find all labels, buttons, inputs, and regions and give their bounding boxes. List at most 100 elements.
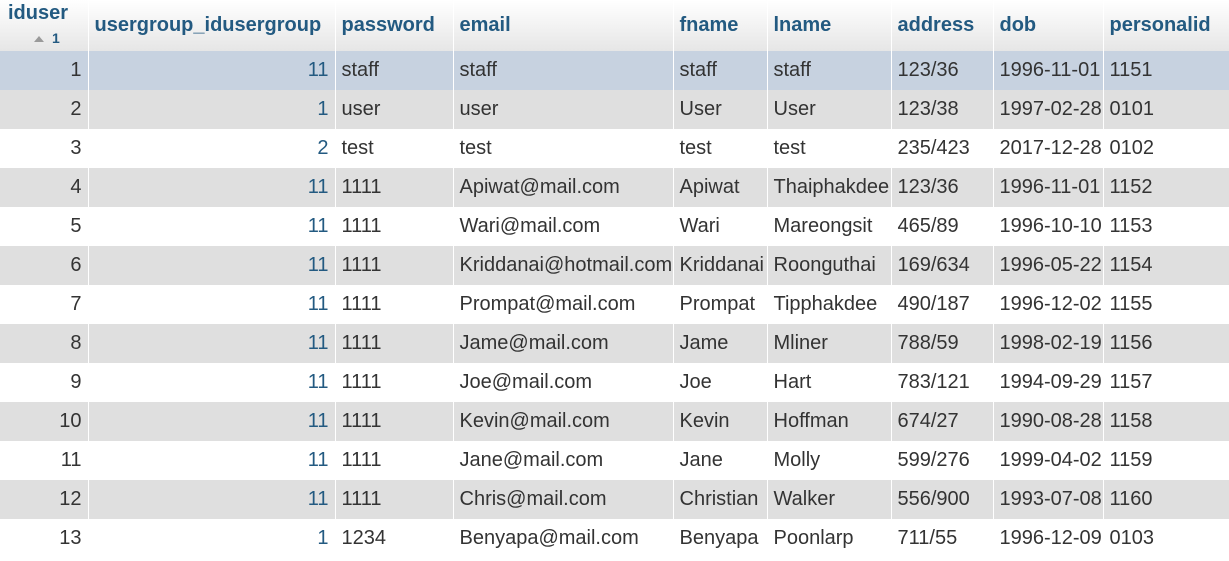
cell-address: 169/634 xyxy=(891,246,994,285)
cell-fname: test xyxy=(673,129,768,168)
cell-password: 1111 xyxy=(335,285,454,324)
cell-usergroup: 11 xyxy=(88,402,336,441)
cell-email: test xyxy=(453,129,674,168)
cell-dob: 1998-02-19 xyxy=(993,324,1104,363)
cell-email: Chris@mail.com xyxy=(453,480,674,519)
table-row[interactable]: 7 11 1111 Prompat@mail.com Prompat Tipph… xyxy=(0,285,1229,324)
cell-password: 1234 xyxy=(335,519,454,558)
cell-iduser: 3 xyxy=(0,129,89,168)
column-header-usergroup[interactable]: usergroup_idusergroup xyxy=(88,0,336,51)
cell-personalid: 1159 xyxy=(1103,441,1229,480)
cell-iduser: 9 xyxy=(0,363,89,402)
cell-lname: Poonlarp xyxy=(767,519,892,558)
cell-usergroup: 1 xyxy=(88,519,336,558)
cell-lname: Thaiphakdee xyxy=(767,168,892,207)
cell-iduser: 6 xyxy=(0,246,89,285)
cell-dob: 1994-09-29 xyxy=(993,363,1104,402)
cell-address: 788/59 xyxy=(891,324,994,363)
cell-fname: Apiwat xyxy=(673,168,768,207)
cell-usergroup: 11 xyxy=(88,285,336,324)
table-row[interactable]: 6 11 1111 Kriddanai@hotmail.com Kriddana… xyxy=(0,246,1229,285)
table-row[interactable]: 11 11 1111 Jane@mail.com Jane Molly 599/… xyxy=(0,441,1229,480)
cell-email: Prompat@mail.com xyxy=(453,285,674,324)
column-header-email[interactable]: email xyxy=(453,0,674,51)
cell-fname: Jame xyxy=(673,324,768,363)
table-row[interactable]: 2 1 user user User User 123/38 1997-02-2… xyxy=(0,90,1229,129)
column-header-personalid[interactable]: personalid xyxy=(1103,0,1229,51)
cell-personalid: 1151 xyxy=(1103,51,1229,90)
cell-fname: Jane xyxy=(673,441,768,480)
table-row[interactable]: 1 11 staff staff staff staff 123/36 1996… xyxy=(0,51,1229,90)
cell-email: Jane@mail.com xyxy=(453,441,674,480)
cell-iduser: 4 xyxy=(0,168,89,207)
cell-fname: Kevin xyxy=(673,402,768,441)
cell-personalid: 1153 xyxy=(1103,207,1229,246)
cell-lname: Hoffman xyxy=(767,402,892,441)
cell-email: Benyapa@mail.com xyxy=(453,519,674,558)
cell-personalid: 1154 xyxy=(1103,246,1229,285)
cell-password: test xyxy=(335,129,454,168)
cell-dob: 2017-12-28 xyxy=(993,129,1104,168)
table-row[interactable]: 4 11 1111 Apiwat@mail.com Apiwat Thaipha… xyxy=(0,168,1229,207)
cell-lname: Mliner xyxy=(767,324,892,363)
cell-password: user xyxy=(335,90,454,129)
cell-address: 783/121 xyxy=(891,363,994,402)
cell-iduser: 13 xyxy=(0,519,89,558)
cell-lname: Roonguthai xyxy=(767,246,892,285)
column-header-label[interactable]: iduser xyxy=(8,2,68,25)
table-row[interactable]: 9 11 1111 Joe@mail.com Joe Hart 783/121 … xyxy=(0,363,1229,402)
sort-indicator: 1 xyxy=(34,30,60,46)
cell-personalid: 1152 xyxy=(1103,168,1229,207)
cell-dob: 1996-11-01 xyxy=(993,51,1104,90)
cell-address: 123/38 xyxy=(891,90,994,129)
cell-dob: 1996-12-09 xyxy=(993,519,1104,558)
cell-usergroup: 11 xyxy=(88,168,336,207)
cell-lname: Tipphakdee xyxy=(767,285,892,324)
cell-email: Joe@mail.com xyxy=(453,363,674,402)
cell-usergroup: 11 xyxy=(88,246,336,285)
column-header-lname[interactable]: lname xyxy=(767,0,892,51)
cell-personalid: 0102 xyxy=(1103,129,1229,168)
cell-dob: 1999-04-02 xyxy=(993,441,1104,480)
cell-personalid: 0103 xyxy=(1103,519,1229,558)
column-header-fname[interactable]: fname xyxy=(673,0,768,51)
table-row[interactable]: 5 11 1111 Wari@mail.com Wari Mareongsit … xyxy=(0,207,1229,246)
cell-fname: Christian xyxy=(673,480,768,519)
cell-usergroup: 11 xyxy=(88,480,336,519)
cell-dob: 1996-11-01 xyxy=(993,168,1104,207)
cell-dob: 1990-08-28 xyxy=(993,402,1104,441)
cell-iduser: 11 xyxy=(0,441,89,480)
cell-email: Wari@mail.com xyxy=(453,207,674,246)
cell-fname: User xyxy=(673,90,768,129)
sort-order-number: 1 xyxy=(52,30,60,46)
cell-iduser: 10 xyxy=(0,402,89,441)
cell-email: Jame@mail.com xyxy=(453,324,674,363)
table-row[interactable]: 13 1 1234 Benyapa@mail.com Benyapa Poonl… xyxy=(0,519,1229,558)
cell-fname: staff xyxy=(673,51,768,90)
table-row[interactable]: 12 11 1111 Chris@mail.com Christian Walk… xyxy=(0,480,1229,519)
cell-address: 556/900 xyxy=(891,480,994,519)
cell-password: 1111 xyxy=(335,402,454,441)
cell-iduser: 7 xyxy=(0,285,89,324)
table-row[interactable]: 8 11 1111 Jame@mail.com Jame Mliner 788/… xyxy=(0,324,1229,363)
header-row: iduser 1 usergroup_idusergroup password … xyxy=(0,0,1229,51)
cell-iduser: 2 xyxy=(0,90,89,129)
cell-address: 490/187 xyxy=(891,285,994,324)
column-header-address[interactable]: address xyxy=(891,0,994,51)
table-row[interactable]: 10 11 1111 Kevin@mail.com Kevin Hoffman … xyxy=(0,402,1229,441)
cell-address: 711/55 xyxy=(891,519,994,558)
column-header-iduser[interactable]: iduser 1 xyxy=(0,0,89,51)
cell-lname: Molly xyxy=(767,441,892,480)
cell-usergroup: 11 xyxy=(88,51,336,90)
cell-fname: Wari xyxy=(673,207,768,246)
cell-email: Kriddanai@hotmail.com xyxy=(453,246,674,285)
cell-password: 1111 xyxy=(335,207,454,246)
cell-usergroup: 11 xyxy=(88,441,336,480)
cell-personalid: 1156 xyxy=(1103,324,1229,363)
column-header-password[interactable]: password xyxy=(335,0,454,51)
table-row[interactable]: 3 2 test test test test 235/423 2017-12-… xyxy=(0,129,1229,168)
results-table: iduser 1 usergroup_idusergroup password … xyxy=(0,0,1229,558)
cell-iduser: 8 xyxy=(0,324,89,363)
cell-dob: 1993-07-08 xyxy=(993,480,1104,519)
column-header-dob[interactable]: dob xyxy=(993,0,1104,51)
